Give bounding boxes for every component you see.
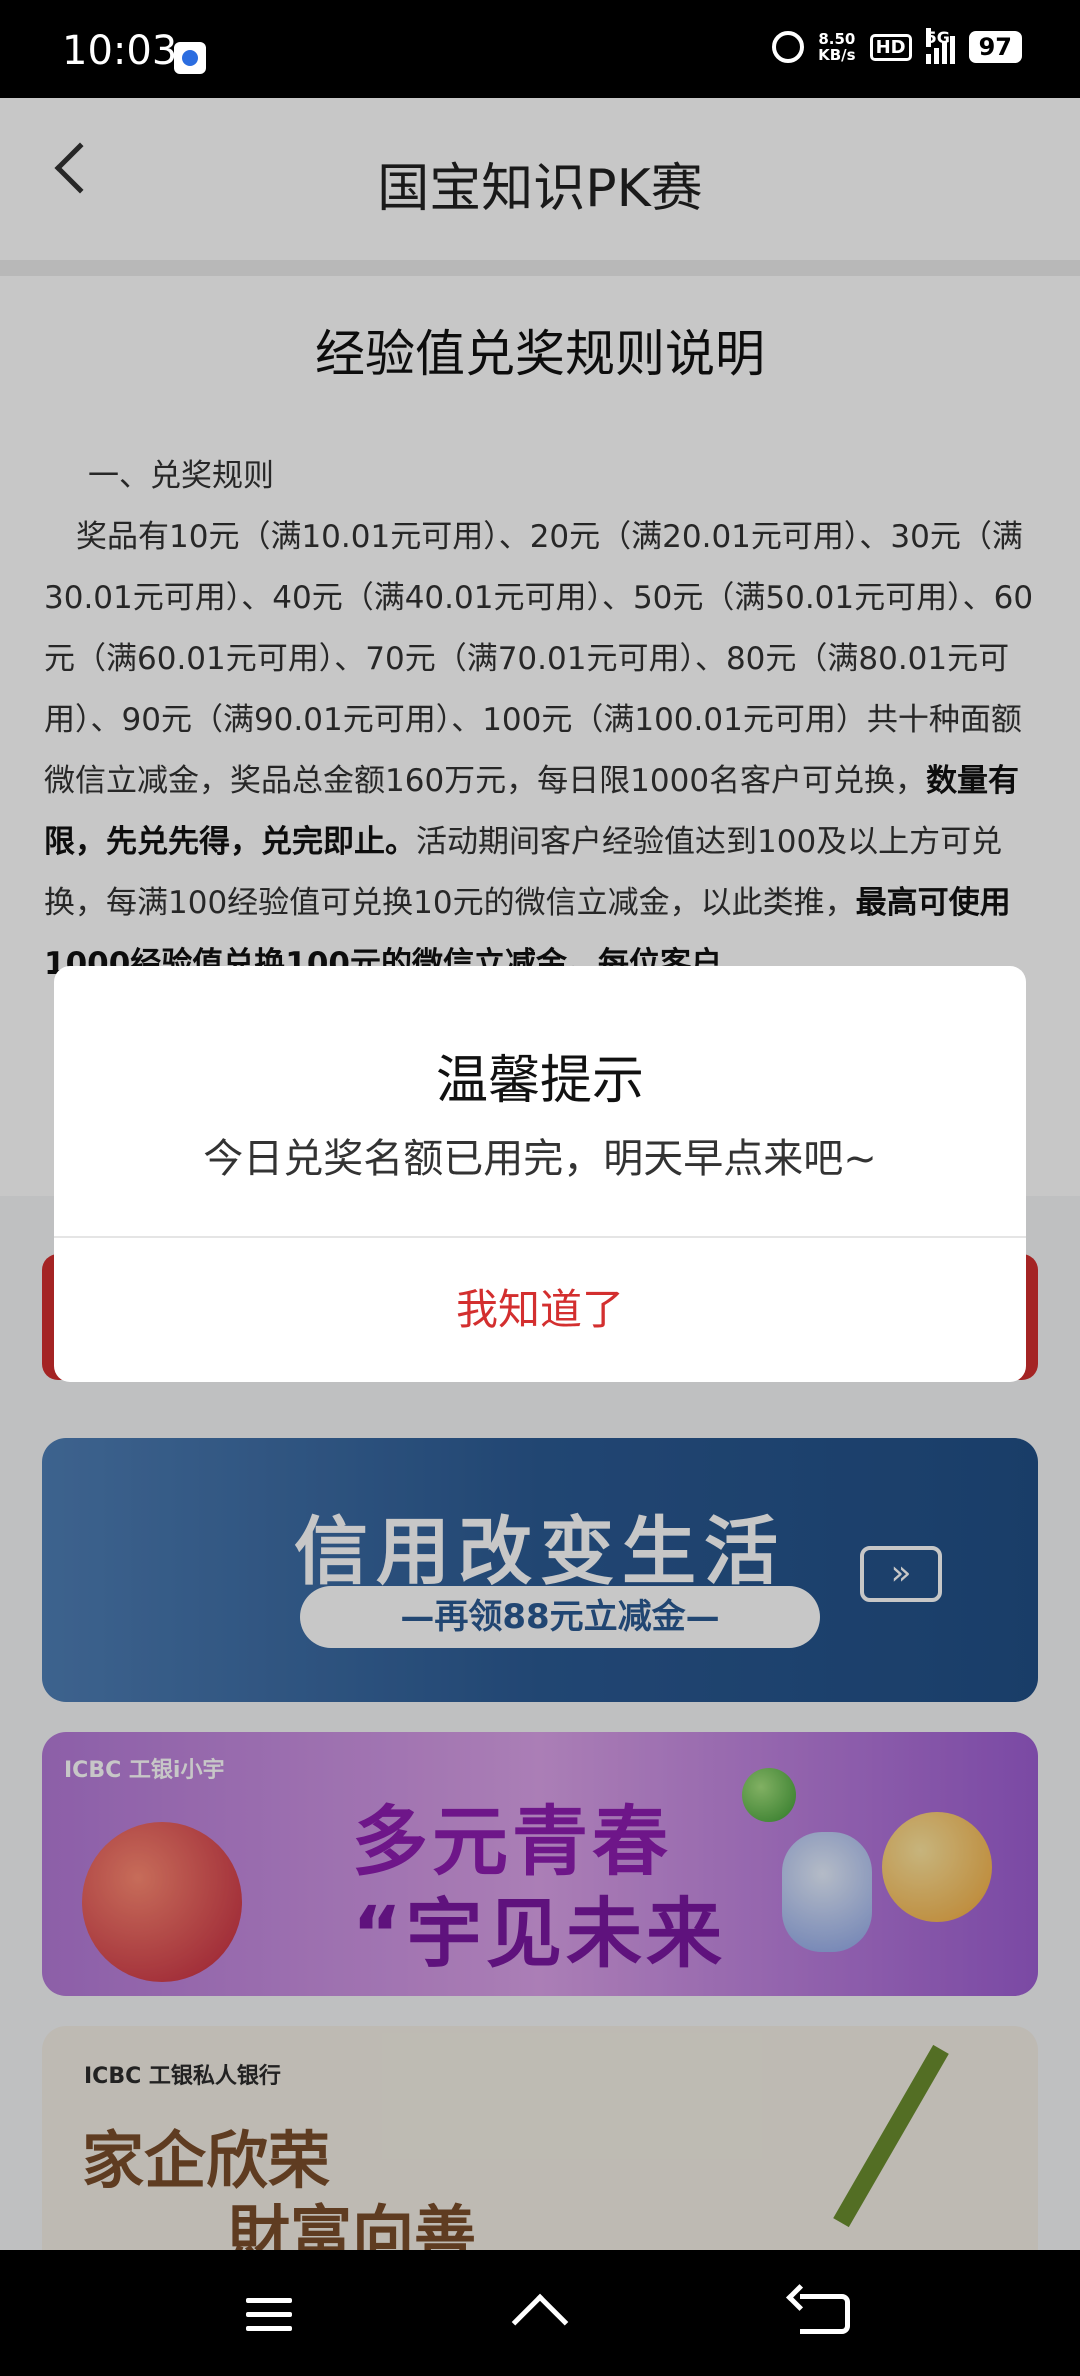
dialog-confirm-button[interactable]: 我知道了 — [54, 1238, 1026, 1382]
dialog-title: 温馨提示 — [435, 1051, 644, 1111]
status-bar: 10:03 8.50 KB/s HD 5G 97 — [0, 0, 1080, 98]
battery-icon: 97 — [968, 31, 1022, 63]
network-speed-value: 8.50 — [818, 30, 856, 48]
status-icons: 8.50 KB/s HD 5G 97 — [772, 28, 1022, 64]
alarm-icon — [772, 31, 805, 63]
home-icon[interactable] — [512, 2292, 568, 2336]
back-icon[interactable] — [800, 2294, 850, 2334]
signal-icon: 5G — [925, 28, 955, 64]
baidu-notification-icon — [174, 42, 206, 74]
network-speed-unit: KB/s — [818, 46, 856, 64]
tip-dialog: 温馨提示 今日兑奖名额已用完，明天早点来吧~ 我知道了 — [54, 966, 1026, 1382]
dialog-message: 今日兑奖名额已用完，明天早点来吧~ — [203, 1136, 877, 1182]
hd-icon: HD — [869, 33, 912, 61]
network-speed: 8.50 KB/s — [818, 31, 855, 63]
status-time: 10:03 — [62, 28, 178, 74]
menu-icon[interactable] — [246, 2298, 292, 2340]
system-nav-bar — [0, 2250, 1080, 2376]
network-type: 5G — [925, 28, 950, 47]
